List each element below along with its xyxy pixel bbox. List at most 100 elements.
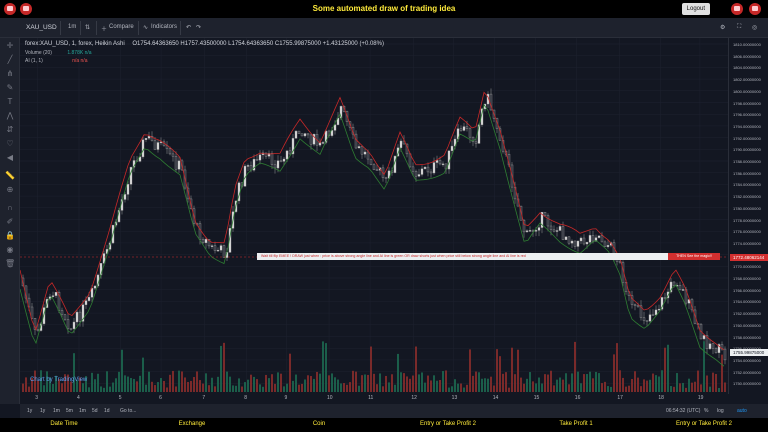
stay-drawing-icon[interactable]: ✐ — [5, 217, 15, 227]
redo-icon[interactable]: ↷ — [196, 24, 201, 31]
volume-bar — [493, 385, 495, 392]
candle-body — [588, 235, 592, 243]
candle-body — [525, 230, 529, 233]
volume-bar — [160, 378, 162, 392]
volume-bar — [88, 387, 90, 392]
tradingview-watermark[interactable]: Chart by TradingView — [30, 377, 87, 383]
shape-icon[interactable]: ♡ — [5, 139, 15, 149]
footer-date-time[interactable]: Date Time — [14, 421, 114, 427]
ruler-icon[interactable]: 📏 — [5, 171, 15, 181]
fullscreen-icon[interactable]: ⛶ — [737, 24, 741, 31]
volume-bar — [571, 373, 573, 392]
volume-bar — [103, 387, 105, 392]
chart-type-icon[interactable]: ⇅ — [85, 24, 90, 31]
candle-body — [60, 310, 64, 315]
price-chart[interactable] — [19, 38, 728, 394]
volume-bar — [568, 384, 570, 392]
footer-entry-tp2[interactable]: Entry or Take Profit 2 — [398, 421, 498, 427]
notification-icon[interactable] — [731, 3, 743, 15]
range-5m[interactable]: 5m — [66, 408, 73, 414]
pitchfork-icon[interactable]: ⋔ — [5, 69, 15, 79]
volume-bar — [421, 372, 423, 392]
volume-bar — [205, 373, 207, 392]
volume-bar — [442, 371, 444, 392]
volume-bar — [139, 375, 141, 392]
footer-tp1[interactable]: Take Profit 1 — [526, 421, 626, 427]
footer-exchange[interactable]: Exchange — [142, 421, 242, 427]
trendline-icon[interactable]: ╱ — [5, 55, 15, 65]
volume-bar — [556, 379, 558, 392]
candle-body — [417, 174, 421, 177]
volume-bar — [430, 380, 432, 392]
range-5d[interactable]: 5d — [92, 408, 98, 414]
eye-icon[interactable]: ◉ — [5, 245, 15, 255]
volume-bar — [142, 357, 144, 392]
candle-body — [282, 158, 286, 162]
lock-icon[interactable]: 🔒 — [5, 231, 15, 241]
prediction-icon[interactable]: ⇵ — [5, 125, 15, 135]
volume-bar — [598, 373, 600, 392]
chart-pane[interactable] — [19, 38, 728, 394]
volume-bar — [148, 371, 150, 392]
text-icon[interactable]: T — [5, 97, 15, 107]
candle-body — [546, 215, 550, 227]
zoom-icon[interactable]: ⊕ — [5, 185, 15, 195]
range-1y[interactable]: 1y — [27, 408, 32, 414]
volume-bar — [286, 383, 288, 392]
volume-bar — [190, 380, 192, 392]
settings-gear-icon[interactable]: ⚙ — [720, 24, 725, 31]
percent-toggle[interactable]: % — [704, 408, 708, 414]
compare-button[interactable]: Compare — [109, 24, 134, 30]
back-arrow-icon[interactable]: ◀ — [5, 153, 15, 163]
volume-bar — [109, 386, 111, 392]
range-1m[interactable]: 1m — [53, 408, 60, 414]
candle-body — [126, 184, 130, 195]
volume-bar — [352, 370, 354, 392]
volume-bar — [406, 376, 408, 392]
volume-bar — [367, 374, 369, 392]
range-1d[interactable]: 1d — [104, 408, 110, 414]
auto-toggle[interactable]: auto — [737, 408, 747, 414]
price-tick: 1780.00000000 — [733, 205, 761, 211]
volume-bar — [403, 373, 405, 392]
time-axis[interactable]: 3 4 5 6 7 8 9 10 11 12 13 14 15 16 17 18 19 — [20, 394, 728, 404]
legend-symbol[interactable]: forex:XAU_USD, 1, forex, Heikin Ashi — [25, 41, 125, 47]
time-tick: 7 — [202, 395, 206, 401]
price-tick: 1752.00000000 — [733, 369, 761, 375]
price-axis[interactable]: 1810.00000000 1806.00000000 1804.00000000 1… — [728, 38, 768, 394]
toolbar-divider — [60, 21, 61, 35]
footer-entry-tp2-b[interactable]: Entry or Take Profit 2 — [654, 421, 754, 427]
volume-label[interactable]: Volume (20) — [25, 50, 52, 56]
range-1m-b[interactable]: 1m — [79, 408, 86, 414]
goto-date-button[interactable]: Go to... — [120, 408, 136, 414]
price-tick: 1798.00000000 — [733, 100, 761, 106]
range-1y-b[interactable]: 1y — [40, 408, 45, 414]
crosshair-icon[interactable]: ✛ — [5, 41, 15, 51]
volume-bar — [202, 383, 204, 392]
logout-button[interactable]: Logout — [681, 3, 710, 15]
trash-icon[interactable]: 🗑 — [5, 259, 15, 269]
volume-bar — [184, 377, 186, 392]
brush-icon[interactable]: ✎ — [5, 83, 15, 93]
interval-selector[interactable]: 1m — [68, 24, 76, 30]
undo-icon[interactable]: ↶ — [186, 24, 191, 31]
time-tick: 17 — [617, 395, 623, 401]
volume-bar — [100, 386, 102, 392]
ai-label[interactable]: AI (1, 1) — [25, 58, 43, 64]
candle-body — [171, 153, 175, 157]
volume-bar — [319, 373, 321, 392]
pattern-icon[interactable]: ⋀ — [5, 111, 15, 121]
log-toggle[interactable]: log — [717, 408, 724, 414]
volume-bar — [364, 374, 366, 392]
indicators-button[interactable]: Indicators — [151, 24, 177, 30]
settings-icon[interactable] — [749, 3, 761, 15]
symbol-search[interactable]: XAU_USD — [26, 24, 57, 31]
time-tick: 4 — [77, 395, 80, 401]
volume-bar — [418, 374, 420, 392]
candle-body — [435, 160, 439, 163]
candle-body — [651, 314, 655, 316]
snapshot-icon[interactable]: ◎ — [752, 24, 757, 31]
magnet-icon[interactable]: ∩ — [5, 203, 15, 213]
footer-coin[interactable]: Coin — [269, 421, 369, 427]
candle-body — [441, 163, 445, 166]
